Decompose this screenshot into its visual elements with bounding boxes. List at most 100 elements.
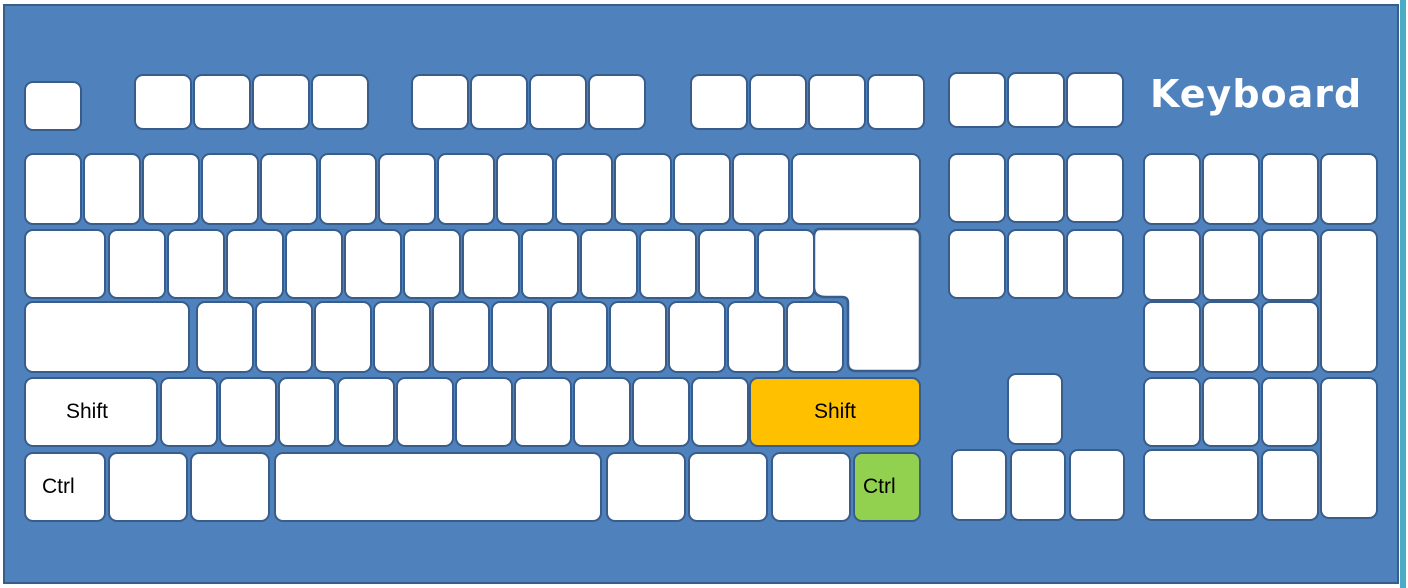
tab-key (24, 229, 106, 299)
f-key-group3-4 (867, 74, 925, 130)
tab-row-key-10 (639, 229, 697, 299)
tab-row-key-2 (167, 229, 225, 299)
number-row-key-3 (142, 153, 200, 225)
number-row-key-5 (260, 153, 318, 225)
tab-row-key-9 (580, 229, 638, 299)
nav-mid-key-3 (1066, 229, 1124, 299)
f-key-group3-3 (808, 74, 866, 130)
shift-row-key-8 (573, 377, 631, 447)
number-row-key-13 (732, 153, 790, 225)
arrow-bottom-key-2 (1010, 449, 1066, 521)
space-bar (274, 452, 602, 522)
menu-key (771, 452, 851, 522)
number-row-key-11 (614, 153, 672, 225)
system-key-1 (948, 72, 1006, 128)
right-shift-key-label: Shift (813, 400, 857, 423)
win-key (108, 452, 188, 522)
numpad-decimal-key (1261, 449, 1319, 521)
tab-row-key-3 (226, 229, 284, 299)
numpad-row3-key-3 (1261, 301, 1319, 373)
f-key-group3-2 (749, 74, 807, 130)
tab-row-key-7 (462, 229, 520, 299)
system-key-2 (1007, 72, 1065, 128)
caps-lock-key (24, 301, 190, 373)
numpad-row3-key-1 (1143, 301, 1201, 373)
keyboard-illustration: Keyboard Shift Shift Ctrl Ctrl (0, 0, 1408, 588)
f-key-group1-1 (134, 74, 192, 130)
number-row-key-2 (83, 153, 141, 225)
f-key-group1-3 (252, 74, 310, 130)
number-row-key-12 (673, 153, 731, 225)
tab-row-key-6 (403, 229, 461, 299)
f-key-group1-4 (311, 74, 369, 130)
shift-row-key-1 (160, 377, 218, 447)
numpad-row4-key-3 (1261, 377, 1319, 447)
number-row-key-8 (437, 153, 495, 225)
left-shift-key: Shift (24, 377, 158, 447)
shift-row-key-10 (691, 377, 749, 447)
numpad-row1-key-4 (1320, 153, 1378, 225)
numpad-row2-key-3 (1261, 229, 1319, 301)
nav-top-key-2 (1007, 153, 1065, 223)
system-key-3 (1066, 72, 1124, 128)
backspace-key (791, 153, 921, 225)
f-key-group3-1 (690, 74, 748, 130)
numpad-row3-key-2 (1202, 301, 1260, 373)
numpad-enter-key (1320, 377, 1378, 519)
shift-row-key-3 (278, 377, 336, 447)
tab-row-key-11 (698, 229, 756, 299)
caps-row-key-5 (432, 301, 490, 373)
caps-row-key-8 (609, 301, 667, 373)
shift-row-key-9 (632, 377, 690, 447)
caps-row-key-1 (196, 301, 254, 373)
f-key-group2-2 (470, 74, 528, 130)
tab-row-key-5 (344, 229, 402, 299)
numpad-row1-key-3 (1261, 153, 1319, 225)
nav-top-key-3 (1066, 153, 1124, 223)
shift-row-key-2 (219, 377, 277, 447)
shift-row-key-4 (337, 377, 395, 447)
fn-key (688, 452, 768, 522)
f-key-group2-1 (411, 74, 469, 130)
right-shift-key: Shift (749, 377, 921, 447)
number-row-key-9 (496, 153, 554, 225)
esc-key (24, 81, 82, 131)
tab-row-key-8 (521, 229, 579, 299)
right-ctrl-key-label: Ctrl (863, 475, 896, 498)
numpad-row1-key-1 (1143, 153, 1201, 225)
caps-row-key-7 (550, 301, 608, 373)
number-row-key-6 (319, 153, 377, 225)
tab-row-key-1 (108, 229, 166, 299)
left-shift-key-label: Shift (66, 400, 109, 423)
number-row-key-1 (24, 153, 82, 225)
right-ctrl-key: Ctrl (853, 452, 921, 522)
shift-row-key-5 (396, 377, 454, 447)
nav-mid-key-1 (948, 229, 1006, 299)
numpad-zero-key (1143, 449, 1259, 521)
caps-row-key-6 (491, 301, 549, 373)
caps-row-key-11 (786, 301, 844, 373)
nav-mid-key-2 (1007, 229, 1065, 299)
right-alt-key (606, 452, 686, 522)
numpad-row4-key-1 (1143, 377, 1201, 447)
tab-row-key-4 (285, 229, 343, 299)
numpad-row2-key-1 (1143, 229, 1201, 301)
arrow-up-key (1007, 373, 1063, 445)
caps-row-key-2 (255, 301, 313, 373)
f-key-group2-3 (529, 74, 587, 130)
number-row-key-4 (201, 153, 259, 225)
nav-top-key-1 (948, 153, 1006, 223)
number-row-key-10 (555, 153, 613, 225)
numpad-row4-key-2 (1202, 377, 1260, 447)
caps-row-key-9 (668, 301, 726, 373)
caps-row-key-4 (373, 301, 431, 373)
caps-row-key-3 (314, 301, 372, 373)
shift-row-key-7 (514, 377, 572, 447)
shift-row-key-6 (455, 377, 513, 447)
arrow-bottom-key-1 (951, 449, 1007, 521)
number-row-key-7 (378, 153, 436, 225)
f-key-group2-4 (588, 74, 646, 130)
left-ctrl-key: Ctrl (24, 452, 106, 522)
tab-row-key-12 (757, 229, 815, 299)
left-ctrl-key-label: Ctrl (42, 475, 75, 498)
